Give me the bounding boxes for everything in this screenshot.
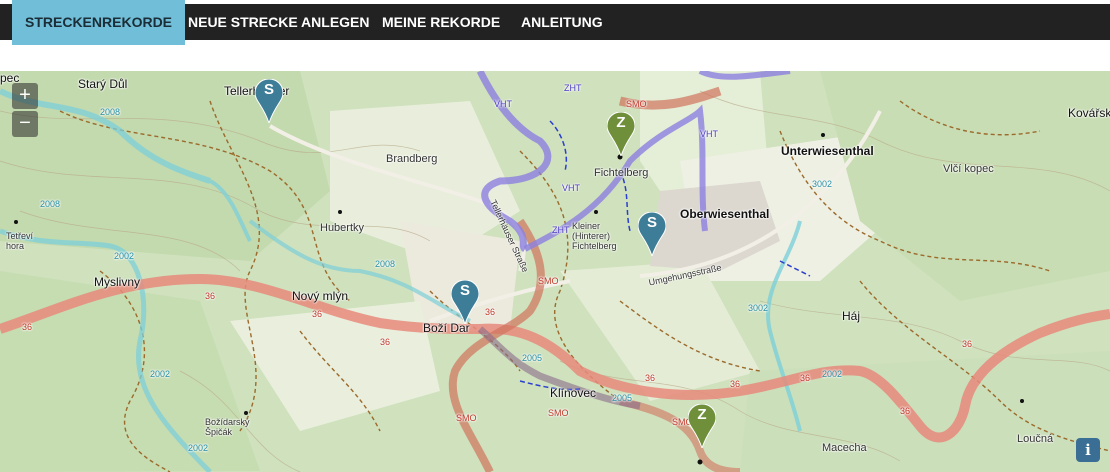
zoom-in-button[interactable]: + [12, 83, 38, 109]
marker-letter: S [646, 214, 657, 231]
marker-letter: S [459, 282, 470, 299]
route-label: ZHT [552, 225, 570, 235]
route-label: 36 [900, 406, 911, 416]
top-navigation: STRECKENREKORDE NEUE STRECKE ANLEGEN MEI… [0, 0, 1110, 45]
place-label: Kleiner (Hinterer) Fichtelberg [572, 221, 617, 251]
place-label: Nový mlýn [292, 289, 349, 303]
route-label: 2002 [822, 369, 843, 379]
place-label: Brandberg [386, 153, 438, 165]
route-label: 36 [800, 373, 811, 383]
route-label: 36 [312, 309, 323, 319]
place-label: Myslivny [94, 275, 141, 289]
route-label: 36 [962, 339, 973, 349]
route-label: 36 [205, 291, 216, 301]
route-label: 36 [22, 322, 33, 332]
marker-letter: Z [697, 406, 707, 423]
route-label: 2008 [375, 259, 396, 269]
place-label: Vlčí kopec [943, 163, 994, 175]
route-label: 2005 [522, 353, 543, 363]
route-label: 2002 [188, 443, 209, 453]
place-label: Fichtelberg [594, 167, 649, 179]
map-view[interactable]: pec Starý Důl Tellerhäuser Brandberg Hub… [0, 71, 1110, 472]
route-label: 36 [380, 337, 391, 347]
zoom-out-button[interactable]: − [12, 111, 38, 137]
info-button[interactable]: i [1076, 438, 1100, 462]
place-label: Háj [842, 309, 861, 323]
route-label: SMO [456, 413, 477, 423]
route-label: 2005 [612, 393, 633, 403]
place-label: Tetřeví hora [6, 231, 34, 251]
place-label: Macecha [822, 442, 867, 454]
route-label: VHT [494, 99, 512, 109]
route-label: 3002 [748, 303, 769, 313]
route-label: VHT [562, 183, 580, 193]
route-label: 36 [485, 307, 496, 317]
tab-neue-strecke-anlegen[interactable]: NEUE STRECKE ANLEGEN [174, 4, 384, 40]
tab-streckenrekorde[interactable]: STRECKENREKORDE [12, 0, 186, 45]
route-label: 2008 [40, 199, 61, 209]
place-label: Starý Důl [78, 77, 128, 91]
marker-letter: Z [616, 114, 626, 131]
route-label: 36 [645, 373, 656, 383]
route-label: 3002 [812, 179, 833, 189]
route-label: SMO [538, 276, 559, 286]
route-label: 36 [730, 379, 741, 389]
place-label: Loučná [1017, 433, 1054, 445]
place-label: Božídarský Špičák [205, 417, 250, 437]
place-label: Hubertky [320, 222, 365, 234]
route-label: SMO [548, 408, 569, 418]
tab-anleitung[interactable]: ANLEITUNG [507, 4, 617, 40]
tab-meine-rekorde[interactable]: MEINE REKORDE [368, 4, 514, 40]
route-label: SMO [626, 99, 647, 109]
route-label: VHT [700, 129, 718, 139]
route-label: ZHT [564, 83, 582, 93]
route-label: 2002 [150, 369, 171, 379]
place-label: Unterwiesenthal [781, 144, 874, 158]
place-label: Kovářsk [1068, 106, 1110, 120]
marker-letter: S [263, 81, 274, 98]
place-label: Oberwiesenthal [680, 207, 770, 221]
route-label: 2002 [114, 251, 135, 261]
route-label: 2008 [100, 107, 121, 117]
place-label: Klínovec [550, 386, 597, 400]
